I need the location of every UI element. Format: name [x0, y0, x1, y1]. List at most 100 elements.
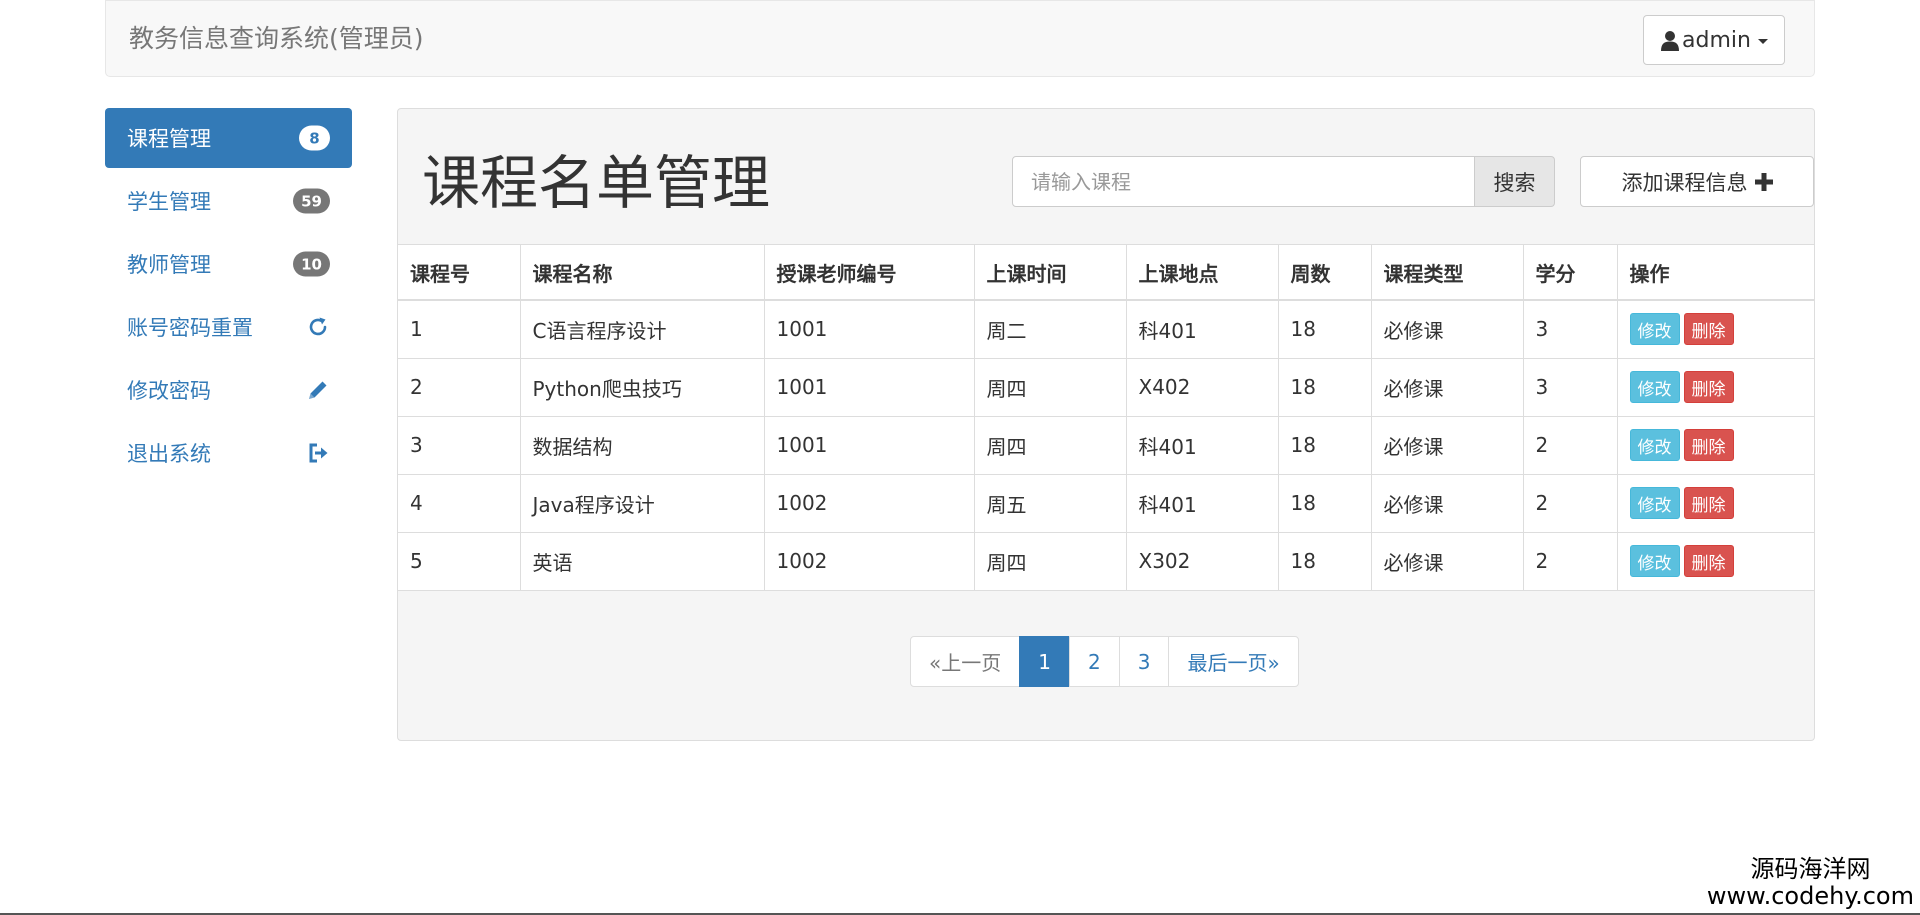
student-count-badge: 59 — [293, 188, 330, 214]
teacher-id-cell: 1001 — [764, 357, 975, 416]
delete-button[interactable]: 删除 — [1683, 313, 1734, 346]
class-time-cell: 周五 — [974, 473, 1127, 532]
course-search-input[interactable] — [1012, 156, 1475, 207]
table-row: 3 数据结构 1001 周四 科401 18 必修课 2 修改 删除 — [398, 415, 1814, 474]
pagination: «上一页 1 2 3 最后一页» — [910, 636, 1299, 687]
sidebar-item-label: 退出系统 — [127, 442, 211, 466]
class-location-cell: 科401 — [1126, 299, 1279, 358]
class-location-cell: X302 — [1126, 531, 1279, 590]
column-header: 课程名称 — [520, 245, 765, 301]
class-time-cell: 周四 — [974, 415, 1127, 474]
edit-button[interactable]: 修改 — [1629, 313, 1680, 346]
user-menu-button[interactable]: admin — [1643, 15, 1785, 65]
weeks-cell: 18 — [1278, 415, 1372, 474]
course-id-cell: 1 — [398, 299, 521, 358]
course-id-cell: 2 — [398, 357, 521, 416]
page-1-button[interactable]: 1 — [1019, 636, 1070, 687]
table-header-row: 课程号 课程名称 授课老师编号 上课时间 上课地点 周数 课程类型 学分 操作 — [398, 245, 1814, 301]
sidebar-item-label: 修改密码 — [127, 379, 211, 403]
weeks-cell: 18 — [1278, 357, 1372, 416]
course-name-cell: 英语 — [520, 531, 765, 590]
class-location-cell: 科401 — [1126, 415, 1279, 474]
refresh-icon — [309, 317, 327, 336]
prev-page-button[interactable]: «上一页 — [910, 636, 1021, 687]
class-location-cell: 科401 — [1126, 473, 1279, 532]
course-name-cell: Java程序设计 — [520, 473, 765, 532]
actions-cell: 修改 删除 — [1617, 473, 1814, 532]
edit-button[interactable]: 修改 — [1629, 545, 1680, 578]
course-name-cell: Python爬虫技巧 — [520, 357, 765, 416]
page-title: 课程名单管理 — [422, 149, 771, 217]
sidebar-item-password-reset[interactable]: 账号密码重置 — [105, 297, 352, 357]
edit-button[interactable]: 修改 — [1629, 429, 1680, 461]
search-button[interactable]: 搜索 — [1475, 156, 1555, 207]
sidebar-item-logout[interactable]: 退出系统 — [105, 423, 352, 483]
app-brand[interactable]: 教务信息查询系统(管理员) — [129, 23, 424, 55]
top-navbar: 教务信息查询系统(管理员) admin — [105, 0, 1815, 77]
watermark-title: 源码海洋网 — [1750, 855, 1871, 883]
add-course-button[interactable]: 添加课程信息 — [1580, 156, 1814, 207]
delete-button[interactable]: 删除 — [1683, 429, 1734, 461]
plus-icon — [1754, 172, 1773, 191]
course-name-cell: 数据结构 — [520, 415, 765, 474]
class-time-cell: 周四 — [974, 531, 1127, 590]
column-header: 周数 — [1278, 245, 1372, 301]
class-time-cell: 周二 — [974, 299, 1127, 358]
course-type-cell: 必修课 — [1371, 357, 1524, 416]
course-name-cell: C语言程序设计 — [520, 299, 765, 358]
sidebar-item-teacher[interactable]: 教师管理 10 — [105, 234, 352, 294]
delete-button[interactable]: 删除 — [1683, 487, 1734, 519]
class-location-cell: X402 — [1126, 357, 1279, 416]
column-header: 操作 — [1617, 245, 1814, 301]
caret-down-icon — [1757, 38, 1768, 44]
column-header: 课程号 — [398, 245, 521, 301]
course-table: 课程号 课程名称 授课老师编号 上课时间 上课地点 周数 课程类型 学分 操作 … — [398, 245, 1814, 590]
edit-button[interactable]: 修改 — [1629, 487, 1680, 519]
sidebar-item-label: 学生管理 — [127, 190, 211, 214]
page-2-button[interactable]: 2 — [1068, 636, 1120, 687]
teacher-id-cell: 1001 — [764, 415, 975, 474]
watermark-url: www.codehy.com — [1706, 882, 1914, 910]
course-type-cell: 必修课 — [1371, 473, 1524, 532]
course-type-cell: 必修课 — [1371, 531, 1524, 590]
weeks-cell: 18 — [1278, 473, 1372, 532]
column-header: 学分 — [1523, 245, 1618, 301]
table-row: 4 Java程序设计 1002 周五 科401 18 必修课 2 修改 删除 — [398, 473, 1814, 532]
pencil-icon — [309, 381, 327, 399]
weeks-cell: 18 — [1278, 299, 1372, 358]
actions-cell: 修改 删除 — [1617, 415, 1814, 474]
column-header: 上课时间 — [974, 245, 1127, 301]
last-page-button[interactable]: 最后一页» — [1168, 636, 1299, 687]
credit-cell: 2 — [1523, 415, 1618, 474]
course-type-cell: 必修课 — [1371, 415, 1524, 474]
edit-button[interactable]: 修改 — [1629, 371, 1680, 403]
sidebar-item-student[interactable]: 学生管理 59 — [105, 171, 352, 231]
credit-cell: 2 — [1523, 531, 1618, 590]
actions-cell: 修改 删除 — [1617, 357, 1814, 416]
logout-icon — [309, 443, 328, 463]
teacher-id-cell: 1001 — [764, 299, 975, 358]
teacher-id-cell: 1002 — [764, 473, 975, 532]
column-header: 授课老师编号 — [764, 245, 975, 301]
course-id-cell: 4 — [398, 473, 521, 532]
course-list-panel: 课程名单管理 搜索 添加课程信息 课程号 课程名称 授课老师编号 上课时间 上课… — [397, 108, 1815, 741]
table-row: 1 C语言程序设计 1001 周二 科401 18 必修课 3 修改 删除 — [398, 299, 1814, 358]
sidebar-item-label: 账号密码重置 — [127, 316, 253, 340]
page-3-button[interactable]: 3 — [1118, 636, 1170, 687]
sidebar-item-change-password[interactable]: 修改密码 — [105, 360, 352, 420]
sidebar-item-label: 课程管理 — [127, 127, 211, 151]
weeks-cell: 18 — [1278, 531, 1372, 590]
site-watermark: 源码海洋网 www.codehy.com — [1707, 855, 1914, 909]
add-course-label: 添加课程信息 — [1621, 170, 1748, 195]
delete-button[interactable]: 删除 — [1683, 545, 1734, 578]
course-type-cell: 必修课 — [1371, 299, 1524, 358]
course-count-badge: 8 — [299, 125, 330, 151]
table-row: 2 Python爬虫技巧 1001 周四 X402 18 必修课 3 修改 删除 — [398, 357, 1814, 416]
teacher-count-badge: 10 — [293, 251, 330, 277]
teacher-id-cell: 1002 — [764, 531, 975, 590]
actions-cell: 修改 删除 — [1617, 299, 1814, 358]
delete-button[interactable]: 删除 — [1683, 371, 1734, 403]
class-time-cell: 周四 — [974, 357, 1127, 416]
column-header: 上课地点 — [1126, 245, 1279, 301]
sidebar-item-course[interactable]: 课程管理 8 — [105, 108, 352, 168]
